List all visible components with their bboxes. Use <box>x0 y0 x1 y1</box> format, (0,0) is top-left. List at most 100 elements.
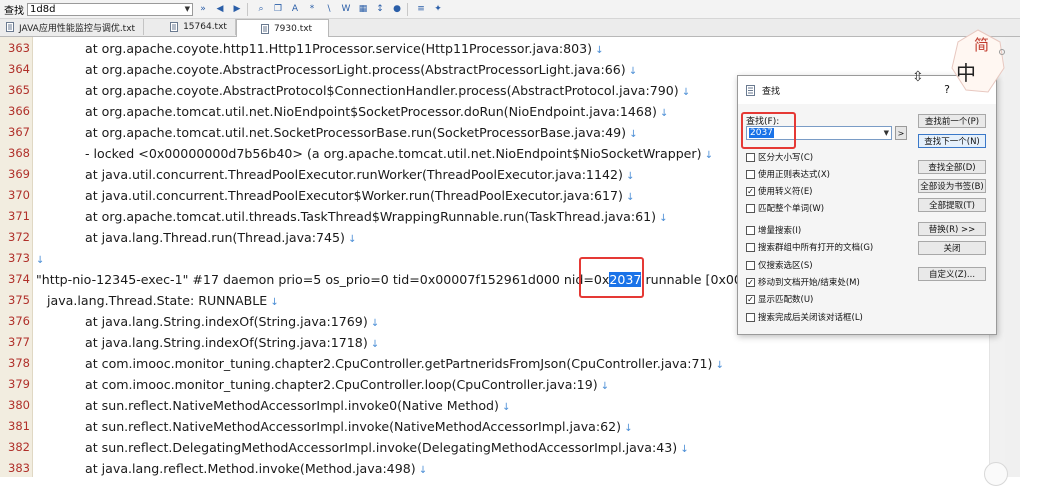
line-content: at java.util.concurrent.ThreadPoolExecut… <box>85 167 623 182</box>
line-number: 367 <box>8 125 30 139</box>
text-file-icon <box>260 23 269 34</box>
pin-icon[interactable]: ✦ <box>431 2 445 16</box>
checkbox-unchecked-icon[interactable] <box>746 203 755 213</box>
custom-button[interactable]: 自定义(Z)... <box>918 267 986 281</box>
checkbox-checked-icon[interactable]: ✓ <box>746 294 755 304</box>
code-line[interactable]: 378 at com.imooc.monitor_tuning.chapter2.… <box>0 353 1005 374</box>
option-checkbox[interactable]: 匹配整个单词(W) <box>746 202 824 214</box>
option-checkbox[interactable]: 增量搜索(I) <box>746 224 801 236</box>
checkbox-unchecked-icon[interactable] <box>746 312 755 322</box>
checkbox-checked-icon[interactable]: ✓ <box>746 277 755 287</box>
line-number: 373 <box>8 251 30 265</box>
code-line[interactable]: 377 at java.lang.String.indexOf(String.ja… <box>0 332 1005 353</box>
bookmark-all-button[interactable]: 全部设为书签(B) <box>918 179 986 193</box>
option-checkbox[interactable]: 使用正则表达式(X) <box>746 168 830 180</box>
find-prev-icon[interactable]: ◀ <box>213 2 227 16</box>
find-dialog: 查找 ? 查找(F): 2037 ▼ > 区分大小写(C) 使用正则表达式(X) ✓… <box>737 75 997 335</box>
selection-icon[interactable]: ▦ <box>356 2 370 16</box>
checkbox-unchecked-icon[interactable] <box>746 242 755 252</box>
option-checkbox[interactable]: ✓ 使用转义符(E) <box>746 185 813 197</box>
tab-file-2[interactable]: 15764.txt <box>144 19 236 35</box>
option-checkbox[interactable]: 搜索完成后关闭该对话框(L) <box>746 311 863 323</box>
line-end-marker-icon: ↓ <box>498 402 511 413</box>
toolbar-divider <box>247 2 248 16</box>
code-line[interactable]: 380 at sun.reflect.NativeMethodAccessorIm… <box>0 395 1005 416</box>
find-marker-icon[interactable]: ⌕ <box>254 2 268 16</box>
checkbox-unchecked-icon[interactable] <box>746 260 755 270</box>
line-end-marker-icon: ↓ <box>344 234 357 245</box>
line-end-marker-icon: ↓ <box>678 87 691 98</box>
code-line[interactable]: 363 at org.apache.coyote.http11.Http11Pro… <box>0 38 1005 59</box>
option-checkbox[interactable]: ✓ 移动到文档开始/结束处(M) <box>746 276 860 288</box>
ime-status-widget[interactable]: 简 中 <box>948 28 1008 98</box>
escape-icon[interactable]: \ <box>322 2 336 16</box>
code-line[interactable]: 381 at sun.reflect.NativeMethodAccessorIm… <box>0 416 1005 437</box>
option-checkbox[interactable]: ✓ 显示匹配数(U) <box>746 293 813 305</box>
tab-label: 15764.txt <box>183 22 227 32</box>
line-number: 379 <box>8 377 30 391</box>
extract-all-button[interactable]: 全部提取(T) <box>918 198 986 212</box>
checkbox-unchecked-icon[interactable] <box>746 225 755 235</box>
ime-char-chinese: 中 <box>956 61 976 85</box>
find-prev-button[interactable]: 查找前一个(P) <box>918 114 986 128</box>
option-checkbox[interactable]: 区分大小写(C) <box>746 151 813 163</box>
line-content: at org.apache.tomcat.util.net.NioEndpoin… <box>85 104 657 119</box>
code-line[interactable]: 383 at java.lang.reflect.Method.invoke(Me… <box>0 458 1005 477</box>
line-number: 376 <box>8 314 30 328</box>
line-content: at org.apache.tomcat.util.threads.TaskTh… <box>85 209 657 224</box>
case-icon[interactable]: A <box>288 2 302 16</box>
checkbox-unchecked-icon[interactable] <box>746 152 755 162</box>
checkbox-unchecked-icon[interactable] <box>746 169 755 179</box>
checkbox-checked-icon[interactable]: ✓ <box>746 186 755 196</box>
replace-button[interactable]: 替换(R) >> <box>918 222 986 236</box>
option-label: 搜索群组中所有打开的文档(G) <box>758 243 874 253</box>
line-text: ↓ <box>36 248 44 271</box>
editor-window: 查找 1d8d ▼ » ◀ ▶ ⌕ ❐ A * \ W ▦ ↕ ● ≡ ✦ JA… <box>0 0 1020 477</box>
regex-icon[interactable]: * <box>305 2 319 16</box>
line-number: 383 <box>8 461 30 475</box>
option-checkbox[interactable]: 搜索群组中所有打开的文档(G) <box>746 241 873 253</box>
line-number: 366 <box>8 104 30 118</box>
line-number: 368 <box>8 146 30 160</box>
option-label: 区分大小写(C) <box>758 153 814 163</box>
line-end-marker-icon: ↓ <box>367 339 380 350</box>
whole-word-icon[interactable]: W <box>339 2 353 16</box>
text-file-icon <box>6 22 14 32</box>
line-content: at org.apache.coyote.AbstractProtocol$Co… <box>85 83 679 98</box>
code-line[interactable]: 379 at com.imooc.monitor_tuning.chapter2.… <box>0 374 1005 395</box>
toolbar-search-input[interactable]: 1d8d ▼ <box>27 2 193 16</box>
toolbar-divider <box>407 2 408 16</box>
tab-file-3[interactable]: 7930.txt <box>235 19 330 37</box>
line-content: at com.imooc.monitor_tuning.chapter2.Cpu… <box>85 377 598 392</box>
list-icon[interactable]: ≡ <box>414 2 428 16</box>
line-number: 365 <box>8 83 30 97</box>
line-text: at org.apache.tomcat.util.threads.TaskTh… <box>85 206 668 229</box>
incremental-icon[interactable]: ↕ <box>373 2 387 16</box>
line-number: 369 <box>8 167 30 181</box>
ime-char-simplified: 简 <box>974 36 989 54</box>
line-end-marker-icon: ↓ <box>712 360 724 371</box>
line-number: 382 <box>8 440 30 454</box>
find-next-button[interactable]: 查找下一个(N) <box>918 134 986 148</box>
forward-icon[interactable]: » <box>196 2 210 16</box>
line-end-marker-icon: ↓ <box>367 318 380 329</box>
line-number: 364 <box>8 62 30 76</box>
close-button[interactable]: 关闭 <box>918 241 986 255</box>
find-next-icon[interactable]: ▶ <box>230 2 244 16</box>
expand-input-button[interactable]: > <box>895 126 907 140</box>
option-checkbox[interactable]: 仅搜索选区(S) <box>746 259 813 271</box>
scroll-to-top-button[interactable] <box>984 462 1008 486</box>
find-all-button[interactable]: 查找全部(D) <box>918 160 986 174</box>
line-end-marker-icon: ↓ <box>267 297 279 308</box>
line-end-marker-icon: ↓ <box>36 255 45 266</box>
chevron-down-icon[interactable]: ▼ <box>884 129 889 137</box>
copy-icon[interactable]: ❐ <box>271 2 285 16</box>
code-line[interactable]: 382 at sun.reflect.DelegatingMethodAccess… <box>0 437 1005 458</box>
highlight-icon[interactable]: ● <box>390 2 404 16</box>
tab-file-1[interactable]: JAVA应用性能监控与调优.txt <box>0 19 145 35</box>
mouse-cursor-icon: ⇳ <box>912 69 924 85</box>
chevron-down-icon[interactable]: ▼ <box>185 5 190 13</box>
line-content: at java.lang.reflect.Method.invoke(Metho… <box>85 461 416 476</box>
line-number: 371 <box>8 209 30 223</box>
line-text: at com.imooc.monitor_tuning.chapter2.Cpu… <box>85 353 724 376</box>
